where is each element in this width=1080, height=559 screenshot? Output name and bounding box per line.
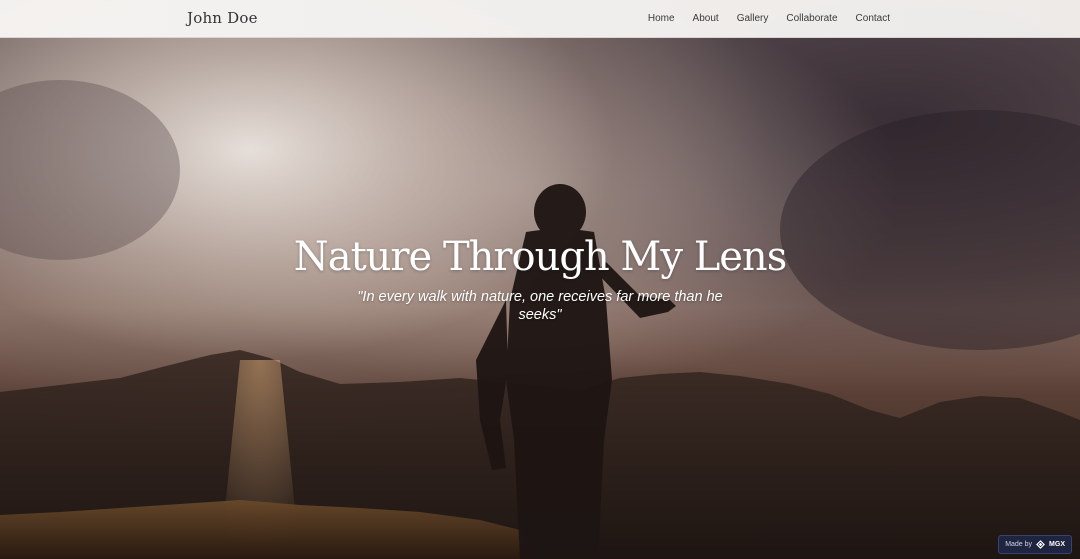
nav-links: Home About Gallery Collaborate Contact — [648, 13, 890, 24]
badge-prefix: Made by — [1005, 541, 1033, 548]
nav-item-contact[interactable]: Contact — [856, 13, 890, 24]
nav-item-home[interactable]: Home — [648, 13, 675, 24]
made-by-badge[interactable]: Made by MGX — [998, 535, 1072, 554]
nav-item-collaborate[interactable]: Collaborate — [786, 13, 837, 24]
top-navbar: John Doe Home About Gallery Collaborate … — [0, 0, 1080, 38]
mgx-logo-icon — [1036, 540, 1045, 549]
hero-quote: "In every walk with nature, one receives… — [357, 289, 723, 323]
site-brand[interactable]: John Doe — [187, 9, 258, 27]
hero-title: Nature Through My Lens — [293, 234, 787, 280]
nav-item-about[interactable]: About — [693, 13, 719, 24]
nav-item-gallery[interactable]: Gallery — [737, 13, 769, 24]
badge-brand: MGX — [1049, 541, 1065, 548]
